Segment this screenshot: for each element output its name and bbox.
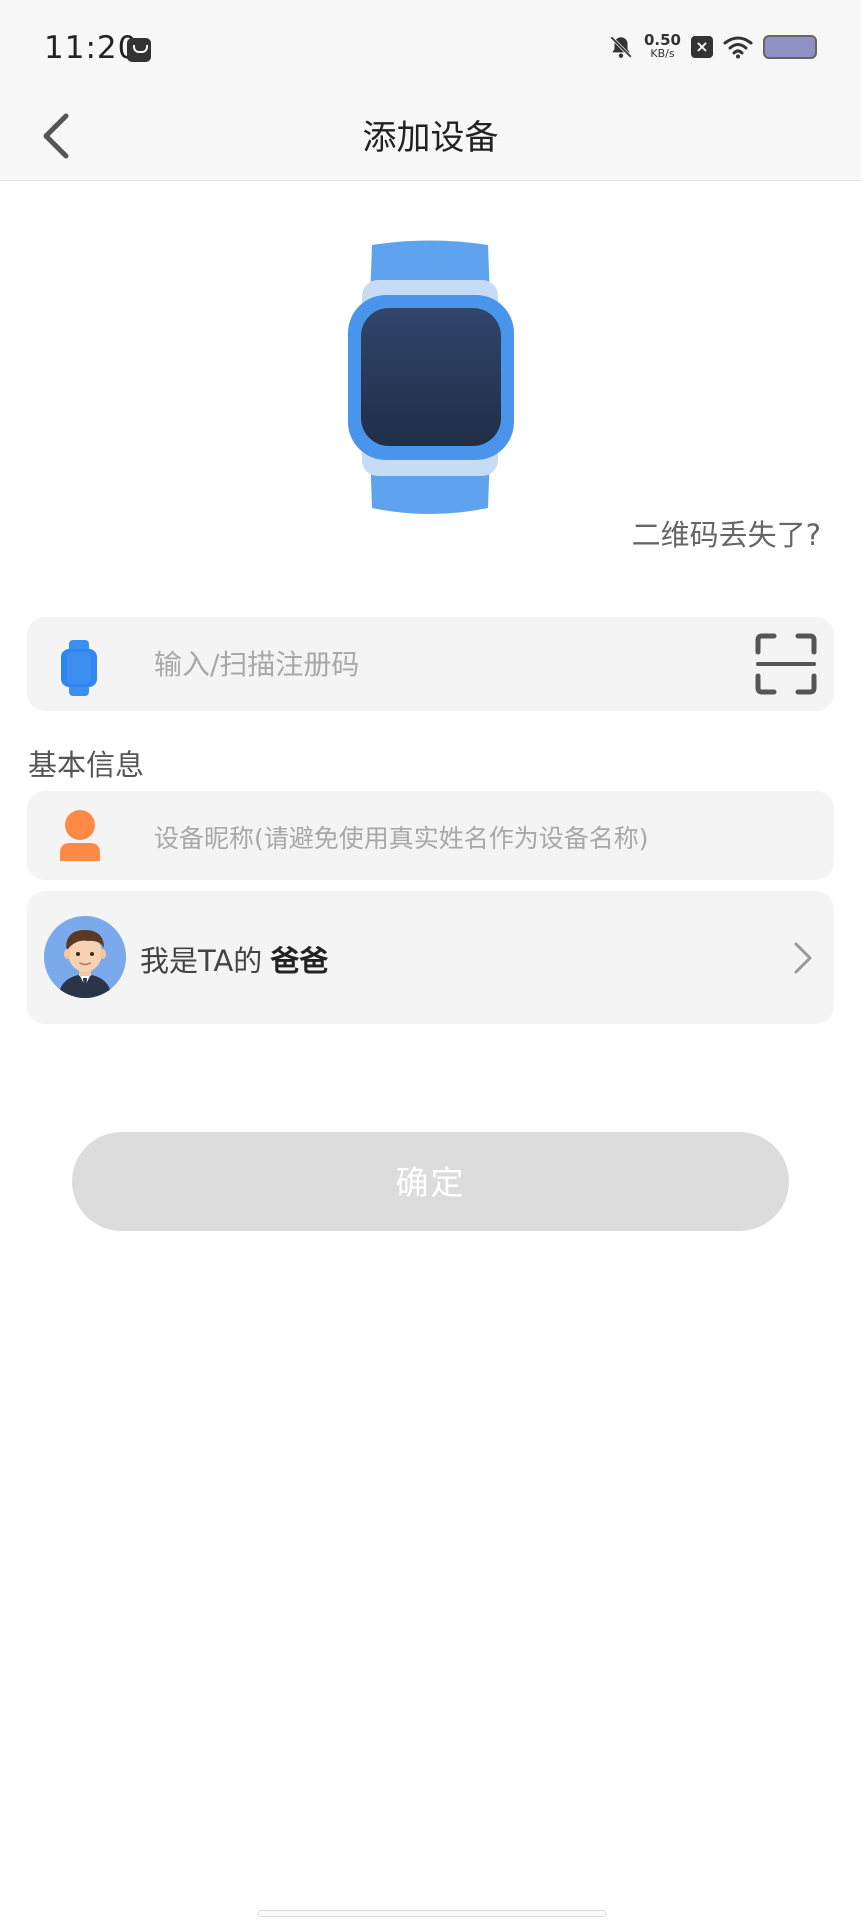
home-indicator[interactable] xyxy=(258,1910,606,1917)
confirm-button[interactable]: 确定 xyxy=(72,1132,789,1231)
bell-muted-icon xyxy=(610,36,632,58)
chevron-right-icon xyxy=(794,942,812,974)
notification-app-icon xyxy=(127,38,151,62)
avatar xyxy=(44,916,126,998)
battery-icon xyxy=(763,35,817,59)
registration-code-placeholder: 输入/扫描注册码 xyxy=(154,648,360,681)
father-avatar-icon xyxy=(44,916,126,998)
device-nickname-field[interactable]: 设备昵称(请避免使用真实姓名作为设备名称) xyxy=(27,791,834,880)
status-icons: 0.50 KB/s × xyxy=(608,31,817,61)
network-speed-value: 0.50 xyxy=(643,31,681,49)
scan-icon[interactable] xyxy=(754,632,818,696)
sim-off-icon: × xyxy=(691,36,713,58)
user-icon xyxy=(60,810,100,861)
registration-code-field[interactable]: 输入/扫描注册码 xyxy=(27,617,834,711)
wifi-icon xyxy=(723,36,753,59)
watch-icon xyxy=(61,640,97,696)
relationship-value: 爸爸 xyxy=(270,944,329,978)
status-bar: 11:20 0.50 KB/s × xyxy=(0,0,861,100)
relationship-selector[interactable]: 我是TA的 爸爸 xyxy=(27,891,834,1024)
smart-watch-illustration xyxy=(348,240,514,514)
relationship-prefix: 我是TA的 xyxy=(140,944,263,978)
device-nickname-placeholder: 设备昵称(请避免使用真实姓名作为设备名称) xyxy=(154,824,649,853)
page-title: 添加设备 xyxy=(362,118,499,158)
status-time: 11:20 xyxy=(44,30,139,66)
relationship-text: 我是TA的 爸爸 xyxy=(140,938,328,980)
basic-info-heading: 基本信息 xyxy=(28,748,145,782)
header-bar: 添加设备 xyxy=(0,100,861,181)
network-speed-unit: KB/s xyxy=(650,47,675,60)
network-speed: 0.50 KB/s xyxy=(643,31,681,61)
lost-qr-code-link[interactable]: 二维码丢失了? xyxy=(632,512,821,554)
